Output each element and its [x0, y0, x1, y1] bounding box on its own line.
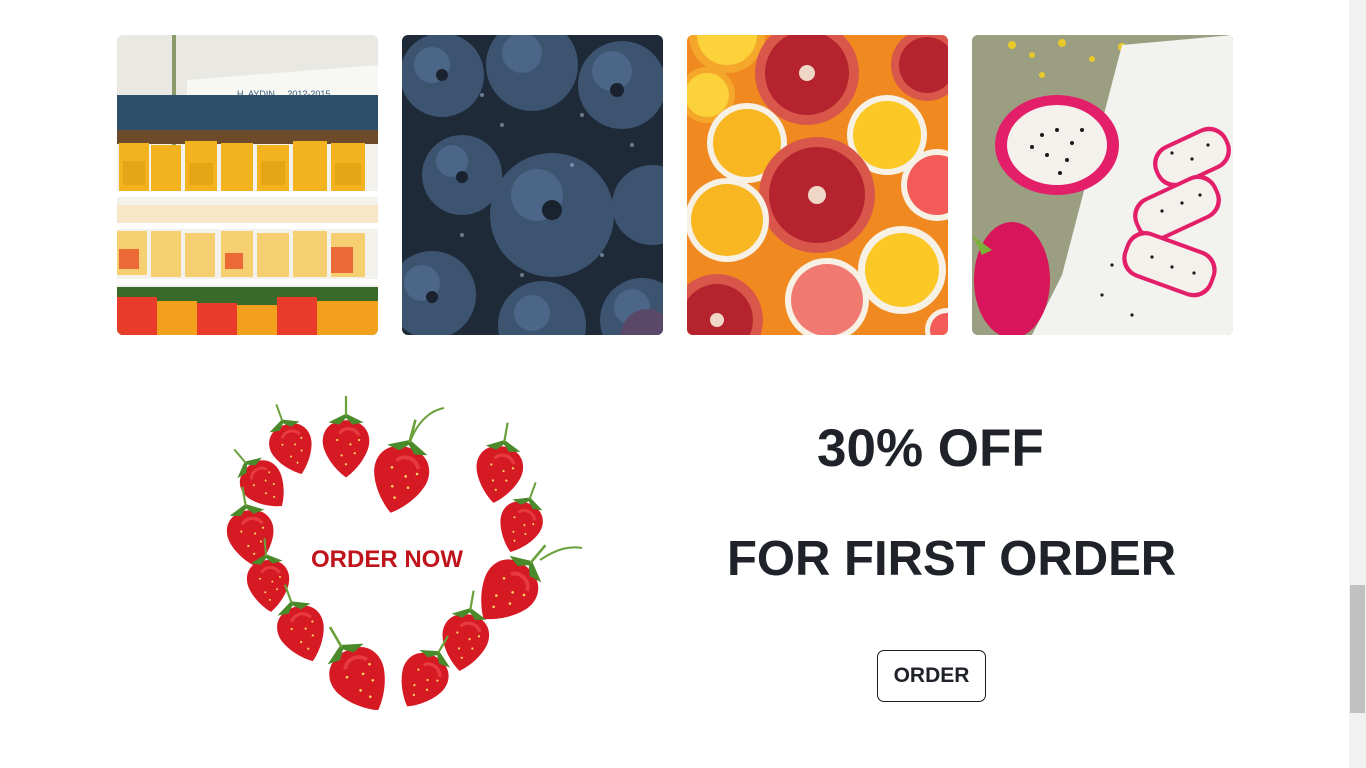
strawberry-heart-banner: ORDER NOW [210, 380, 590, 710]
page-scrollbar[interactable] [1349, 0, 1366, 768]
strawberry-heart-graphic [216, 394, 583, 710]
fruit-gallery: H. AYDIN ... 2012-2015 [117, 35, 1233, 335]
blueberries-photo [402, 35, 663, 335]
citrus-pomegranate-photo [687, 35, 948, 335]
order-now-link[interactable]: ORDER NOW [311, 546, 463, 574]
scrollbar-thumb[interactable] [1350, 585, 1365, 713]
fruit-market-photo: H. AYDIN ... 2012-2015 [117, 35, 378, 335]
first-order-subtitle: FOR FIRST ORDER [727, 532, 1177, 586]
order-button[interactable]: ORDER [877, 650, 986, 702]
discount-headline: 30% OFF [817, 419, 1044, 478]
dragon-fruit-photo [972, 35, 1233, 335]
